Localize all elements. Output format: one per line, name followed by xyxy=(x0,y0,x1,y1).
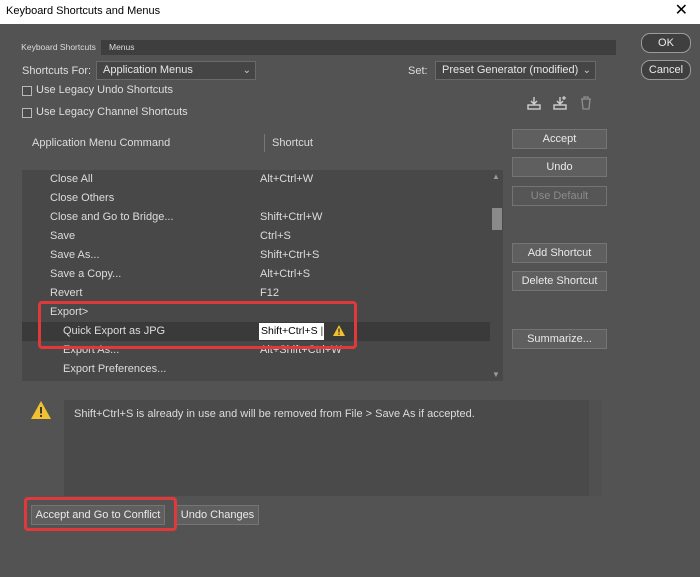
column-command: Application Menu Command xyxy=(32,137,171,149)
row-shortcut: Ctrl+S xyxy=(260,230,291,242)
tab-menus[interactable]: Menus xyxy=(104,40,140,55)
row-command: Save a Copy... xyxy=(50,268,122,280)
table-row[interactable]: Export Preferences... xyxy=(22,360,490,379)
legacy-undo-checkbox[interactable] xyxy=(22,86,32,96)
table-header: Application Menu Command Shortcut xyxy=(22,126,502,162)
scroll-down-icon[interactable]: ▼ xyxy=(492,370,500,379)
row-command: Close Others xyxy=(50,192,115,204)
row-command: Save As... xyxy=(50,249,100,261)
row-shortcut: Alt+Ctrl+W xyxy=(260,173,314,185)
warning-icon xyxy=(31,401,51,419)
scroll-up-icon[interactable]: ▲ xyxy=(492,172,500,181)
set-dropdown[interactable]: Preset Generator (modified) ⌄ xyxy=(435,61,596,80)
accept-button[interactable]: Accept xyxy=(512,129,607,149)
row-command: Export Preferences... xyxy=(63,363,167,375)
ok-button[interactable]: OK xyxy=(641,33,691,53)
column-divider xyxy=(264,134,265,152)
table-row[interactable]: Save a Copy... Alt+Ctrl+S xyxy=(22,265,490,284)
set-value: Preset Generator (modified) xyxy=(442,64,579,76)
scroll-thumb[interactable] xyxy=(492,208,502,230)
trash-icon[interactable] xyxy=(578,95,594,111)
shortcuts-for-label: Shortcuts For: xyxy=(22,65,92,77)
cancel-button[interactable]: Cancel xyxy=(641,60,691,80)
save-set-icon[interactable] xyxy=(526,95,542,111)
legacy-channel-checkbox[interactable] xyxy=(22,108,32,118)
message-scrollbar[interactable] xyxy=(589,400,602,496)
undo-changes-button[interactable]: Undo Changes xyxy=(176,505,259,525)
table-row[interactable]: Close All Alt+Ctrl+W xyxy=(22,170,490,189)
legacy-channel-label: Use Legacy Channel Shortcuts xyxy=(36,106,188,118)
table-row[interactable]: Close Others xyxy=(22,189,490,208)
chevron-down-icon: ⌄ xyxy=(242,65,251,76)
row-command: Close All xyxy=(50,173,93,185)
table-row[interactable]: Save Ctrl+S xyxy=(22,227,490,246)
set-label: Set: xyxy=(408,65,428,77)
delete-shortcut-button[interactable]: Delete Shortcut xyxy=(512,271,607,291)
legacy-undo-label: Use Legacy Undo Shortcuts xyxy=(36,84,173,96)
conflict-message: Shift+Ctrl+S is already in use and will … xyxy=(74,408,475,420)
row-shortcut: Shift+Ctrl+S xyxy=(260,249,320,261)
table-row[interactable]: Close and Go to Bridge... Shift+Ctrl+W xyxy=(22,208,490,227)
shortcuts-for-dropdown[interactable]: Application Menus ⌄ xyxy=(96,61,256,80)
tab-strip: Keyboard Shortcuts Menus xyxy=(16,40,616,55)
row-shortcut: Alt+Ctrl+S xyxy=(260,268,311,280)
window-title: Keyboard Shortcuts and Menus xyxy=(6,5,161,17)
use-default-button[interactable]: Use Default xyxy=(512,186,607,206)
row-command: Close and Go to Bridge... xyxy=(50,211,174,223)
table-row[interactable]: Save As... Shift+Ctrl+S xyxy=(22,246,490,265)
close-icon[interactable]: ✕ xyxy=(675,2,688,20)
tab-keyboard-shortcuts[interactable]: Keyboard Shortcuts xyxy=(16,40,101,55)
highlight-box xyxy=(38,301,357,349)
shortcuts-for-value: Application Menus xyxy=(103,64,193,76)
list-scrollbar[interactable]: ▲ ▼ xyxy=(491,170,503,381)
summarize-button[interactable]: Summarize... xyxy=(512,329,607,349)
new-set-icon[interactable] xyxy=(552,95,568,111)
column-shortcut: Shortcut xyxy=(272,137,313,149)
row-shortcut: Shift+Ctrl+W xyxy=(260,211,323,223)
undo-button[interactable]: Undo xyxy=(512,157,607,177)
chevron-down-icon: ⌄ xyxy=(582,65,591,76)
row-command: Save xyxy=(50,230,76,242)
highlight-box xyxy=(24,497,177,531)
shortcut-list: Close All Alt+Ctrl+W Close Others Close … xyxy=(22,170,503,381)
add-shortcut-button[interactable]: Add Shortcut xyxy=(512,243,607,263)
title-bar: Keyboard Shortcuts and Menus ✕ xyxy=(0,0,700,24)
